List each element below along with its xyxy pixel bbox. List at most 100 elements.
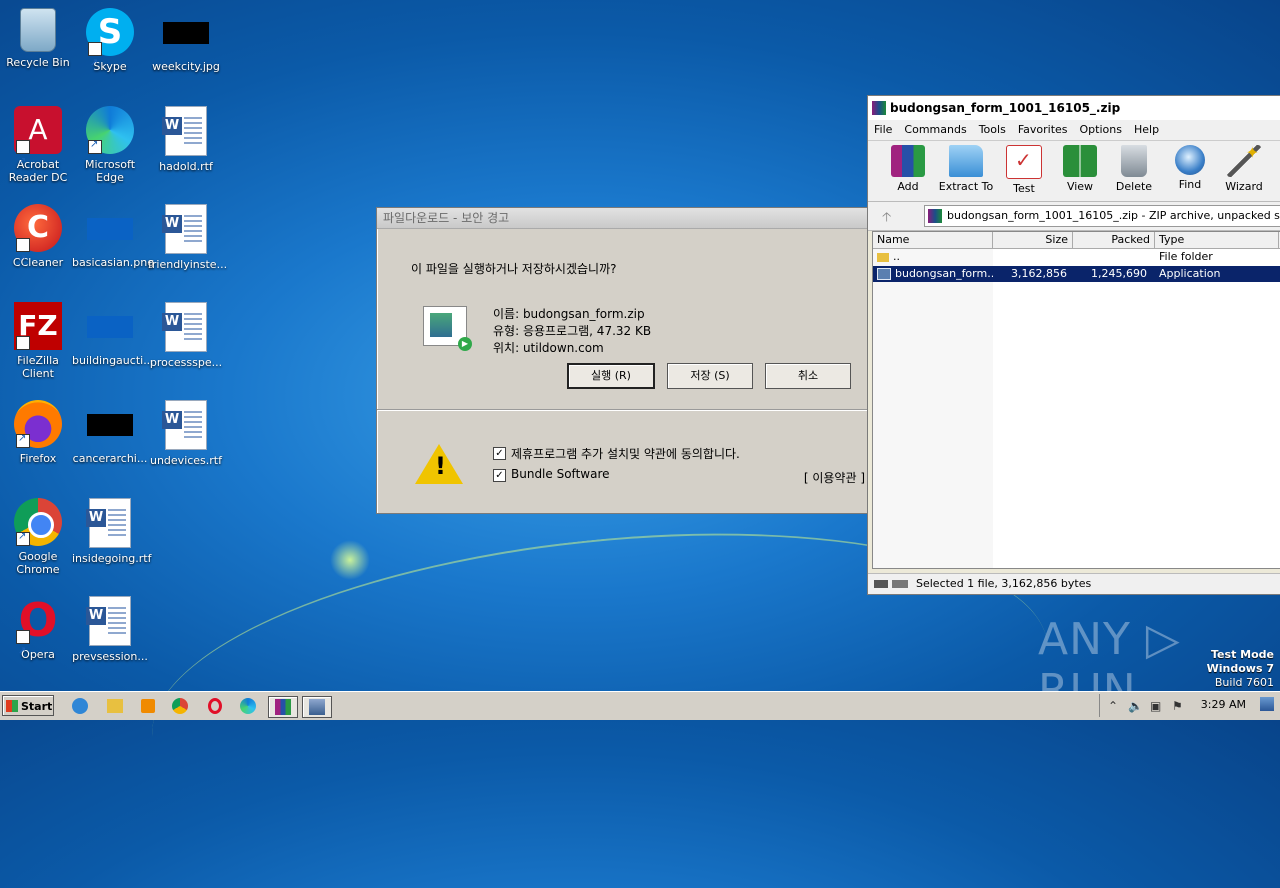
desktop-icon-insidegoing[interactable]: W insidegoing.rtf bbox=[72, 498, 152, 565]
desktop-icon-edge[interactable]: Microsoft Edge bbox=[72, 106, 148, 184]
image-file-icon bbox=[87, 316, 133, 338]
desktop-icon-label: CCleaner bbox=[12, 256, 64, 269]
table-row[interactable]: budongsan_form... 3,162,856 1,245,690 Ap… bbox=[873, 266, 1280, 282]
winrar-address-bar: 🡡 budongsan_form_1001_16105_.zip - ZIP a… bbox=[868, 202, 1280, 231]
desktop-icon-label: Acrobat Reader DC bbox=[8, 158, 68, 184]
agree-checkbox[interactable]: ✓ bbox=[493, 447, 506, 460]
opera-icon: O bbox=[14, 596, 62, 676]
find-magnifier-icon bbox=[1175, 145, 1205, 175]
desktop-icon-filezilla[interactable]: FZ FileZilla Client bbox=[0, 302, 76, 382]
warning-icon: ! bbox=[415, 444, 463, 484]
add-archive-icon bbox=[891, 145, 925, 177]
desktop-icon-chrome[interactable]: Google Chrome bbox=[0, 498, 76, 576]
table-row[interactable]: .. File folder bbox=[873, 249, 1280, 265]
start-button[interactable]: Start bbox=[2, 695, 54, 716]
toolbar-add-button[interactable]: Add bbox=[880, 145, 936, 193]
wizard-wand-icon bbox=[1227, 143, 1261, 177]
show-hidden-icons-icon[interactable]: ⌃ bbox=[1108, 699, 1118, 713]
desktop-icon-recycle-bin[interactable]: Recycle Bin bbox=[0, 8, 76, 69]
show-desktop-icon[interactable] bbox=[1260, 697, 1274, 711]
folder-icon bbox=[877, 252, 889, 262]
save-button[interactable]: 저장 (S) bbox=[667, 363, 753, 389]
desktop-icon-label: processspe... bbox=[149, 356, 223, 369]
action-center-flag-icon[interactable]: ⚑ bbox=[1172, 699, 1183, 713]
desktop-icon-label: friendlyinste... bbox=[148, 258, 228, 271]
toolbar-test-button[interactable]: Test bbox=[996, 145, 1052, 195]
run-button[interactable]: 실행 (R) bbox=[567, 363, 655, 389]
system-tray: ⌃ 🔈 ▣ ⚑ 3:29 AM bbox=[1099, 694, 1280, 717]
network-icon[interactable]: ▣ bbox=[1150, 699, 1161, 713]
desktop-icon-prevsession[interactable]: W prevsession... bbox=[72, 596, 148, 663]
winrar-title-bar[interactable]: budongsan_form_1001_16105_.zip bbox=[868, 96, 1280, 120]
row-packed: 1,245,690 bbox=[1091, 267, 1147, 280]
edge-icon bbox=[86, 106, 134, 154]
desktop-icon-skype[interactable]: S Skype bbox=[72, 8, 148, 88]
test-mode-line2: Windows 7 bbox=[1206, 662, 1274, 675]
bundle-checkbox[interactable]: ✓ bbox=[493, 469, 506, 482]
desktop-icon-label: cancerarchi... bbox=[72, 452, 148, 465]
toolbar-wizard-button[interactable]: Wizard bbox=[1216, 143, 1272, 193]
desktop-icon-weekcity[interactable]: weekcity.jpg bbox=[148, 8, 224, 73]
clock[interactable]: 3:29 AM bbox=[1201, 698, 1246, 711]
desktop-icon-hadold[interactable]: W hadold.rtf bbox=[148, 106, 224, 173]
menu-tools[interactable]: Tools bbox=[973, 120, 1012, 139]
test-mode-line1: Test Mode bbox=[1211, 648, 1274, 661]
desktop-icon-basicasian[interactable]: basicasian.png bbox=[72, 204, 154, 269]
desktop-icon-opera[interactable]: O Opera bbox=[0, 596, 76, 676]
taskbar: Start ⌃ 🔈 ▣ ⚑ 3:29 AM bbox=[0, 691, 1280, 720]
desktop-icon-cancerarchi[interactable]: cancerarchi... bbox=[72, 400, 148, 465]
edge-taskbar-icon[interactable] bbox=[238, 696, 260, 716]
menu-favorites[interactable]: Favorites bbox=[1012, 120, 1074, 139]
file-type: 유형: 응용프로그램, 47.32 KB bbox=[493, 324, 652, 338]
explorer-taskbar-icon[interactable] bbox=[104, 696, 126, 716]
volume-icon[interactable]: 🔈 bbox=[1128, 699, 1143, 713]
cancel-button[interactable]: 취소 bbox=[765, 363, 851, 389]
desktop-icon-firefox[interactable]: Firefox bbox=[0, 400, 76, 465]
test-checklist-icon bbox=[1006, 145, 1042, 179]
winrar-taskbar-icon[interactable] bbox=[268, 696, 298, 718]
media-player-taskbar-icon[interactable] bbox=[138, 696, 160, 716]
desktop-icon-friendlyinste[interactable]: W friendlyinste... bbox=[148, 204, 228, 271]
winrar-toolbar: Add Extract To Test View Delete Find Wiz… bbox=[868, 141, 1280, 202]
archive-path-field[interactable]: budongsan_form_1001_16105_.zip - ZIP arc… bbox=[924, 205, 1280, 227]
desktop-icon-label: FileZilla Client bbox=[17, 354, 59, 380]
chrome-taskbar-icon[interactable] bbox=[170, 696, 192, 716]
column-header-packed[interactable]: Packed bbox=[1073, 232, 1155, 248]
toolbar-label: Extract To bbox=[938, 180, 994, 193]
file-list: Name Size Packed Type .. File folder bud… bbox=[872, 231, 1280, 569]
desktop-icon-acrobat[interactable]: A Acrobat Reader DC bbox=[0, 106, 76, 186]
menu-commands[interactable]: Commands bbox=[898, 120, 972, 139]
desktop-icon-label: weekcity.jpg bbox=[152, 60, 220, 73]
menu-file[interactable]: File bbox=[868, 120, 898, 139]
opera-taskbar-icon[interactable] bbox=[204, 696, 226, 716]
column-header-name[interactable]: Name bbox=[873, 232, 993, 248]
installer-taskbar-icon[interactable] bbox=[302, 696, 332, 718]
row-type: Application bbox=[1159, 267, 1221, 280]
file-list-header: Name Size Packed Type bbox=[873, 232, 1280, 249]
column-header-size[interactable]: Size bbox=[993, 232, 1073, 248]
desktop-icon-processspe[interactable]: W processspe... bbox=[148, 302, 224, 369]
test-mode-notice: Test Mode Windows 7 Build 7601 bbox=[1207, 648, 1274, 690]
toolbar-find-button[interactable]: Find bbox=[1162, 145, 1218, 191]
toolbar-label: Wizard bbox=[1225, 180, 1263, 193]
toolbar-extract-button[interactable]: Extract To bbox=[938, 145, 994, 193]
menu-help[interactable]: Help bbox=[1128, 120, 1165, 139]
ie-taskbar-icon[interactable] bbox=[70, 696, 92, 716]
desktop-icon-ccleaner[interactable]: C CCleaner bbox=[0, 204, 76, 284]
extract-folder-icon bbox=[949, 145, 983, 177]
key-icon bbox=[874, 580, 908, 588]
menu-options[interactable]: Options bbox=[1074, 120, 1128, 139]
desktop-icon-undevices[interactable]: W undevices.rtf bbox=[148, 400, 224, 467]
toolbar-view-button[interactable]: View bbox=[1052, 145, 1108, 193]
winrar-status-bar: Selected 1 file, 3,162,856 bytes bbox=[868, 573, 1280, 594]
up-arrow-icon[interactable]: 🡡 bbox=[882, 208, 891, 230]
toolbar-label: Add bbox=[897, 180, 919, 193]
chrome-icon bbox=[14, 498, 62, 546]
desktop-icon-buildingaucti[interactable]: buildingaucti... bbox=[72, 302, 154, 367]
column-header-type[interactable]: Type bbox=[1155, 232, 1279, 248]
terms-link[interactable]: [ 이용약관 ] bbox=[804, 469, 865, 486]
winrar-menu-bar: File Commands Tools Favorites Options Help bbox=[868, 120, 1280, 141]
desktop-icon-label: Recycle Bin bbox=[6, 56, 70, 69]
dialog-title[interactable]: 파일다운로드 - 보안 경고 bbox=[377, 208, 871, 229]
toolbar-delete-button[interactable]: Delete bbox=[1106, 145, 1162, 193]
